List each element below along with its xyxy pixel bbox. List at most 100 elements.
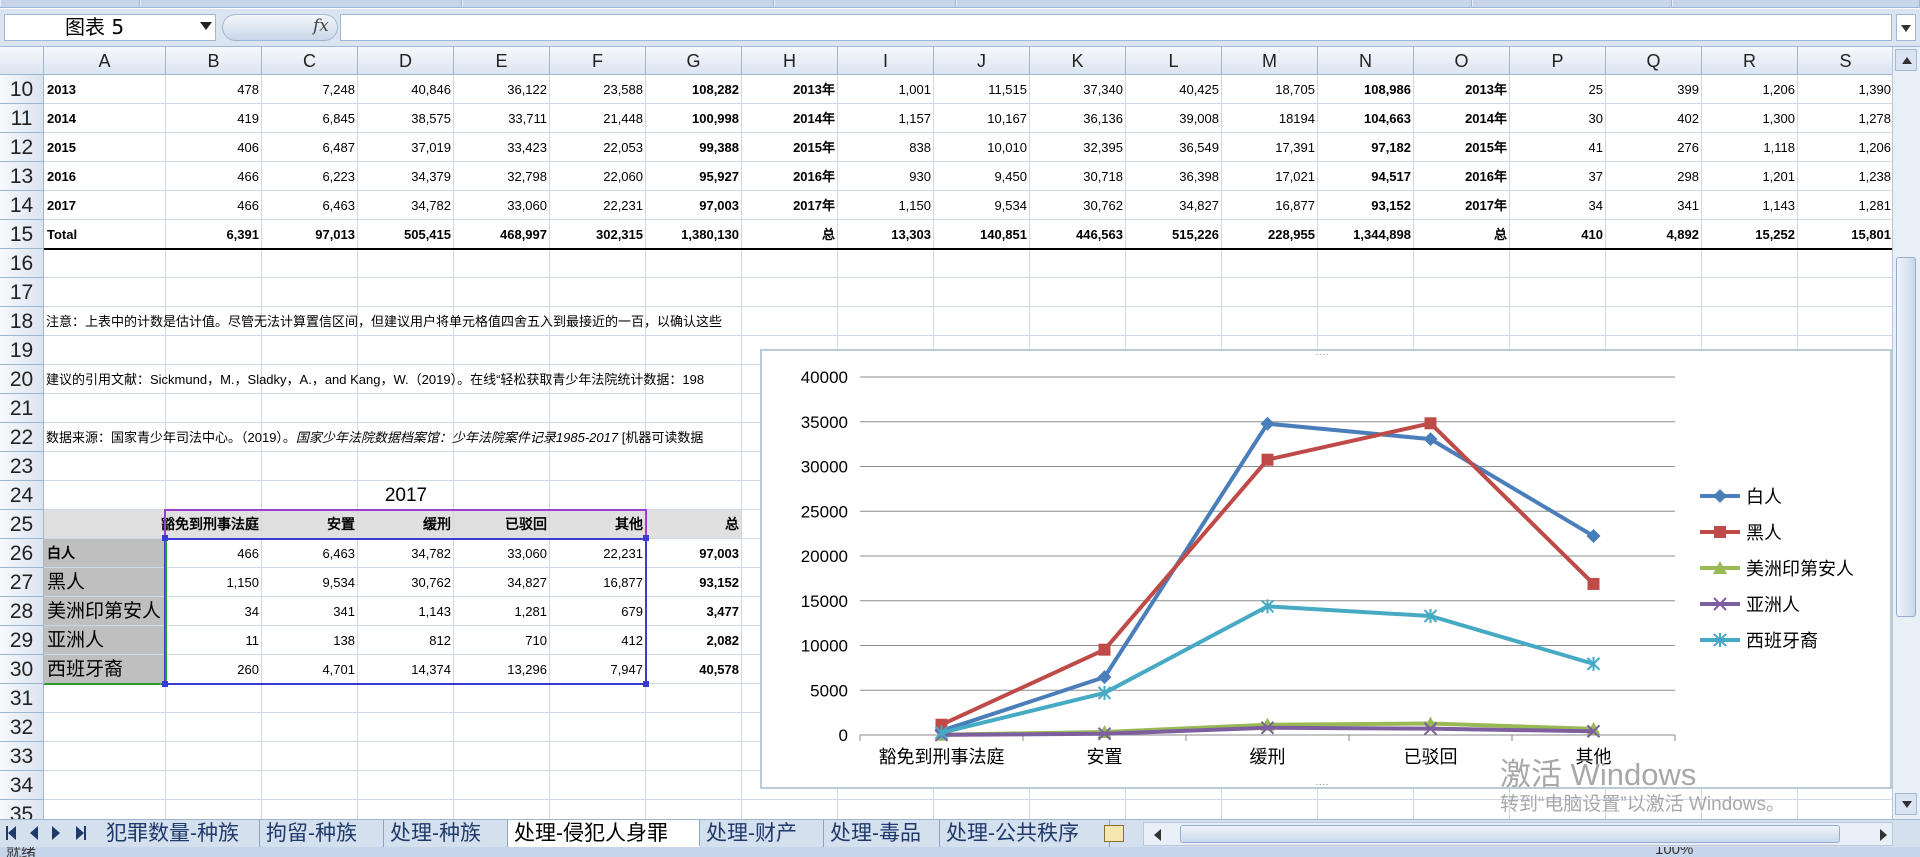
row-header-30[interactable]: 30 (0, 655, 44, 684)
column-header-o[interactable]: O (1414, 47, 1510, 75)
horizontal-scrollbar[interactable] (1143, 822, 1893, 846)
cell[interactable]: 总 (742, 220, 838, 249)
range-handle[interactable] (643, 681, 649, 687)
row-header-15[interactable]: 15 (0, 220, 44, 249)
cell[interactable]: 6,463 (262, 191, 358, 220)
cell[interactable]: 33,711 (454, 104, 550, 133)
cell[interactable]: 2014年 (1414, 104, 1510, 133)
sheet-tab[interactable]: 处理-侵犯人身罪 (508, 820, 700, 847)
cell[interactable]: 7,248 (262, 75, 358, 104)
row-header-24[interactable]: 24 (0, 481, 44, 510)
row-header-10[interactable]: 10 (0, 75, 44, 104)
lower-table-cell[interactable]: 2,082 (646, 626, 742, 655)
cell[interactable]: 94,517 (1318, 162, 1414, 191)
fx-icon[interactable]: fx (313, 16, 329, 36)
cell[interactable]: 16,877 (1222, 191, 1318, 220)
cell[interactable]: 302,315 (550, 220, 646, 249)
column-header-f[interactable]: F (550, 47, 646, 75)
cell[interactable]: 108,282 (646, 75, 742, 104)
cell[interactable]: 39,008 (1126, 104, 1222, 133)
cell[interactable]: 419 (166, 104, 262, 133)
row-header-23[interactable]: 23 (0, 452, 44, 481)
cell[interactable]: 17,391 (1222, 133, 1318, 162)
ribbon-group[interactable] (1472, 0, 1672, 7)
cell[interactable]: 228,955 (1222, 220, 1318, 249)
row-header-28[interactable]: 28 (0, 597, 44, 626)
sheet-tab[interactable]: 犯罪数量-种族 (100, 820, 260, 847)
insert-sheet-icon[interactable] (1104, 825, 1124, 842)
cell[interactable]: 37 (1510, 162, 1606, 191)
cell[interactable]: 15,801 (1798, 220, 1892, 249)
row-header-32[interactable]: 32 (0, 713, 44, 742)
select-all-corner[interactable] (0, 47, 44, 75)
range-handle[interactable] (162, 535, 168, 541)
name-box[interactable]: 图表 5 (4, 14, 216, 41)
row-header-13[interactable]: 13 (0, 162, 44, 191)
worksheet-grid[interactable]: ABCDEFGHIJKLMNOPQRS 10 11 12 13 14 15 16 17 18 19… (0, 47, 1892, 819)
cell[interactable]: 399 (1606, 75, 1702, 104)
cell[interactable]: 93,152 (1318, 191, 1414, 220)
cell[interactable]: 515,226 (1126, 220, 1222, 249)
column-header-n[interactable]: N (1318, 47, 1414, 75)
range-handle[interactable] (162, 681, 168, 687)
sheet-tab[interactable]: 处理-公共秩序 (940, 820, 1110, 847)
row-header-33[interactable]: 33 (0, 742, 44, 771)
cell[interactable]: 1,380,130 (646, 220, 742, 249)
cell[interactable]: 41 (1510, 133, 1606, 162)
cell[interactable]: 11,515 (934, 75, 1030, 104)
scroll-up-icon[interactable] (1895, 49, 1917, 71)
cell[interactable]: 1,157 (838, 104, 934, 133)
row-header-21[interactable]: 21 (0, 394, 44, 423)
cell[interactable]: 1,001 (838, 75, 934, 104)
cell[interactable]: 2014 (44, 104, 166, 133)
row-header-26[interactable]: 26 (0, 539, 44, 568)
chart-resize-handle[interactable]: ···· (1315, 351, 1328, 360)
row-header-14[interactable]: 14 (0, 191, 44, 220)
cell[interactable]: 1,238 (1798, 162, 1892, 191)
cell[interactable]: 97,003 (646, 191, 742, 220)
cell[interactable]: 1,143 (1702, 191, 1798, 220)
column-header-i[interactable]: I (838, 47, 934, 75)
cell[interactable]: 23,588 (550, 75, 646, 104)
cell[interactable]: 36,549 (1126, 133, 1222, 162)
cell[interactable]: 13,303 (838, 220, 934, 249)
row-header-27[interactable]: 27 (0, 568, 44, 597)
cell[interactable]: 1,300 (1702, 104, 1798, 133)
column-header-k[interactable]: K (1030, 47, 1126, 75)
cell[interactable]: 18,705 (1222, 75, 1318, 104)
cell[interactable]: 2015年 (742, 133, 838, 162)
ribbon-group[interactable] (0, 0, 140, 7)
column-header-g[interactable]: G (646, 47, 742, 75)
tab-nav-first-icon[interactable] (8, 826, 16, 840)
cell[interactable]: 30,718 (1030, 162, 1126, 191)
cell[interactable]: 2016 (44, 162, 166, 191)
cell[interactable]: 97,182 (1318, 133, 1414, 162)
cell[interactable]: 1,344,898 (1318, 220, 1414, 249)
row-header-31[interactable]: 31 (0, 684, 44, 713)
cell[interactable]: 2015 (44, 133, 166, 162)
cell[interactable]: 1,281 (1798, 191, 1892, 220)
cell[interactable]: 4,892 (1606, 220, 1702, 249)
cell[interactable]: 34,379 (358, 162, 454, 191)
cell[interactable]: 38,575 (358, 104, 454, 133)
column-header-d[interactable]: D (358, 47, 454, 75)
cell[interactable]: 17,021 (1222, 162, 1318, 191)
cell[interactable]: 22,060 (550, 162, 646, 191)
cell[interactable]: 95,927 (646, 162, 742, 191)
cell[interactable]: 2013年 (742, 75, 838, 104)
cell[interactable]: 838 (838, 133, 934, 162)
chevron-down-icon[interactable] (200, 22, 212, 30)
cell[interactable]: 410 (1510, 220, 1606, 249)
sheet-tab[interactable]: 处理-毒品 (824, 820, 940, 847)
cell[interactable]: 40,846 (358, 75, 454, 104)
sheet-tab[interactable]: 处理-种族 (384, 820, 508, 847)
column-header-a[interactable]: A (44, 47, 166, 75)
cell[interactable]: 34,827 (1126, 191, 1222, 220)
sheet-tab[interactable]: 拘留-种族 (260, 820, 384, 847)
row-header-34[interactable]: 34 (0, 771, 44, 800)
lower-table-cell[interactable]: 97,003 (646, 539, 742, 568)
horizontal-scroll-thumb[interactable] (1180, 825, 1840, 843)
cell[interactable]: 18194 (1222, 104, 1318, 133)
column-header-q[interactable]: Q (1606, 47, 1702, 75)
lower-table-header[interactable]: 总 (646, 510, 742, 539)
